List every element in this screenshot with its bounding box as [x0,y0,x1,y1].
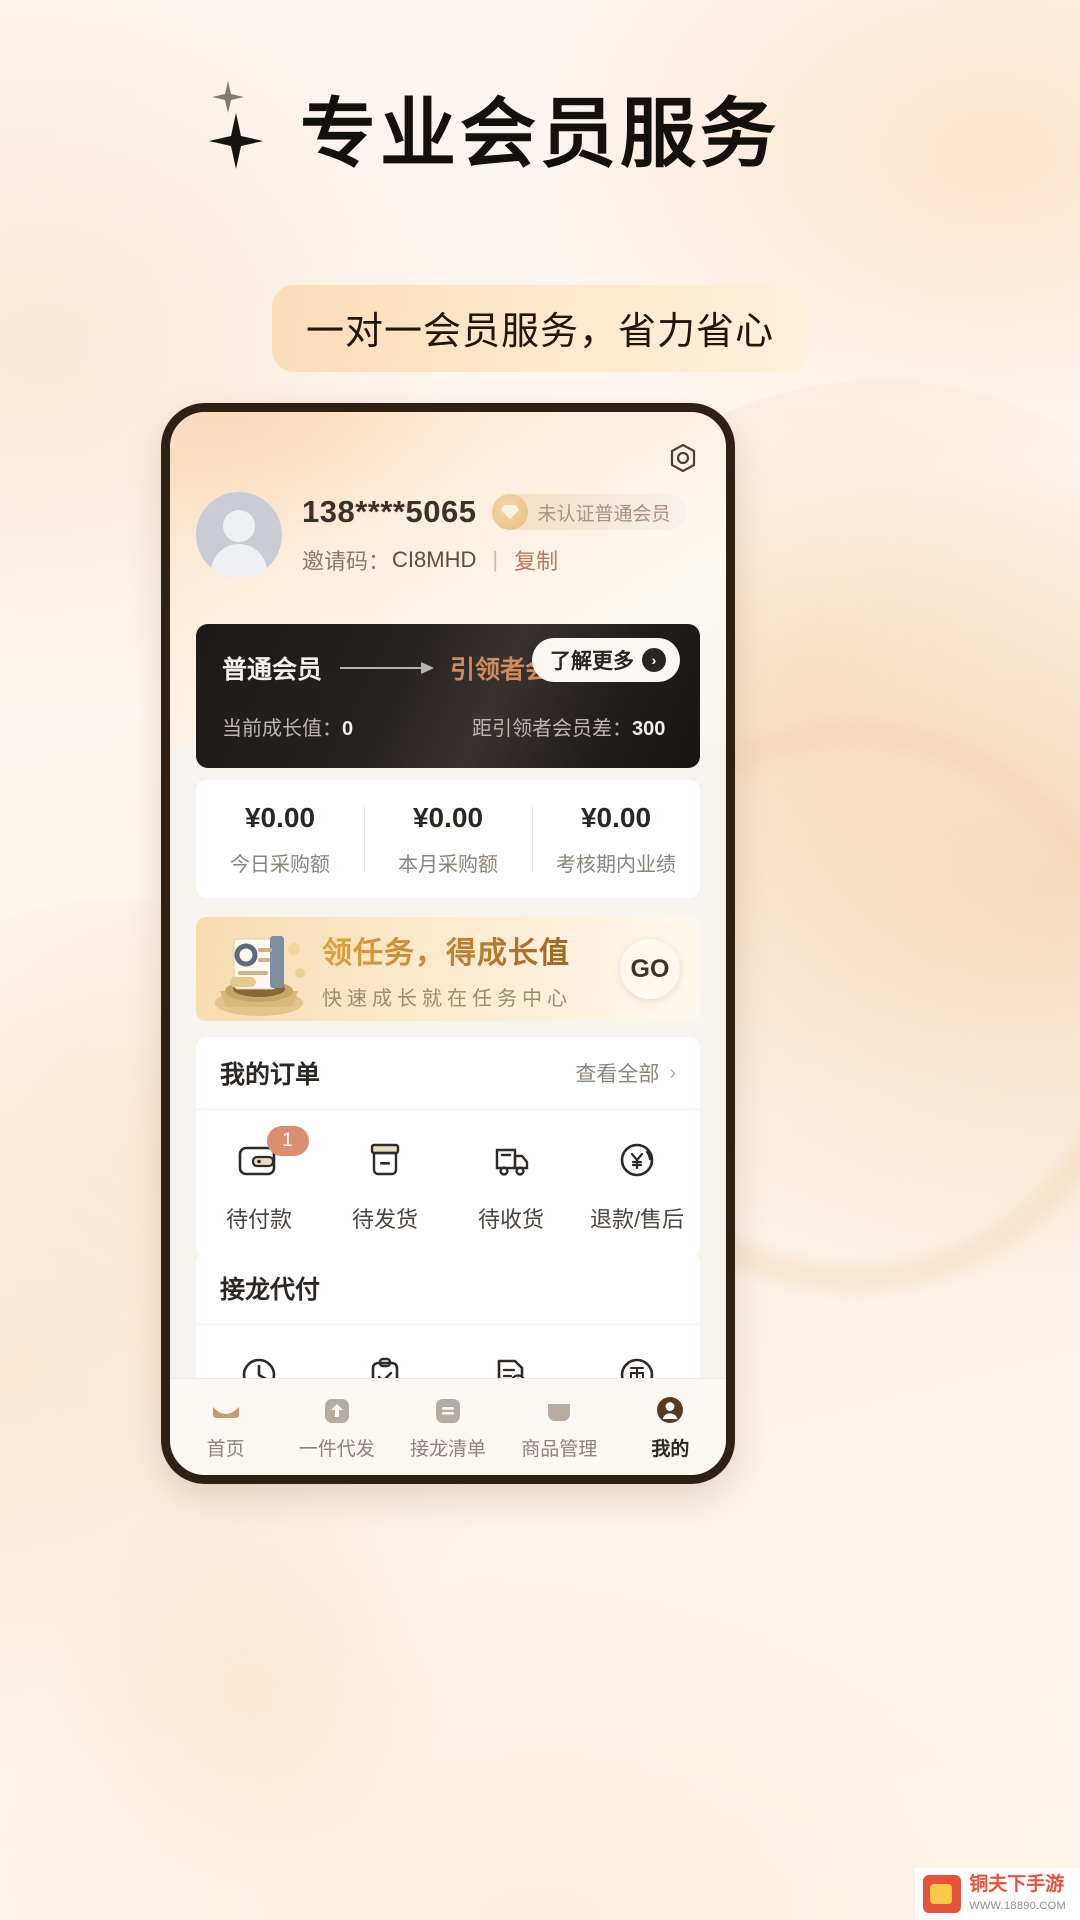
order-item-label: 待付款 [225,1207,292,1232]
invite-row: 邀请码： CI8MHD | 复制 [302,544,708,576]
nav-item-label: 我的 [651,1439,690,1460]
background-blob-3 [40,1480,460,1900]
poster-subtitle-wrap: 一对一会员服务，省力省心 [0,285,1080,372]
package-icon [361,1136,409,1184]
orders-section: 我的订单 查看全部 › 1 待付款 待发货 待收货 退款/售后 [196,1037,700,1256]
chevron-right-icon: › [642,648,666,672]
stat-item[interactable]: ¥0.00 本月采购额 [364,780,532,898]
invite-label: 邀请码： [302,549,391,574]
nav-item-label: 商品管理 [521,1439,598,1460]
stat-item[interactable]: ¥0.00 考核期内业绩 [532,780,700,898]
nav-item-relay-list[interactable]: 接龙清单 [392,1379,503,1475]
list-icon [431,1393,465,1427]
copy-button[interactable]: 复制 [514,544,558,576]
task-banner[interactable]: 领任务，得成长值 快速成长就在任务中心 GO [196,917,700,1021]
order-item-pending-shipment[interactable]: 待发货 [322,1136,448,1234]
page-title: 专业会员服务 [300,89,780,178]
orders-view-all-label: 查看全部 [575,1063,660,1086]
stat-value: ¥0.00 [580,801,652,833]
membership-card[interactable]: 普通会员 引领者会员 了解更多 › 当前成长值：0 距引领者会员差：300 [196,624,700,768]
home-icon [209,1393,243,1427]
task-illustration-icon [200,919,318,1019]
refund-icon [613,1136,661,1184]
orders-header: 我的订单 查看全部 › [196,1037,700,1110]
invite-code: CI8MHD [392,547,477,572]
dropship-icon [320,1393,354,1427]
avatar-body [211,544,267,578]
status-badge[interactable]: 未认证普通会员 [492,494,687,530]
nav-item-label: 接龙清单 [410,1439,487,1460]
relay-header: 接龙代付 [196,1252,700,1325]
orders-view-all-button[interactable]: 查看全部 › [575,1058,676,1088]
gap-group: 距引领者会员差：300 [472,712,665,741]
order-item-label: 退款/售后 [589,1207,685,1232]
nav-item-label: 首页 [206,1439,245,1460]
learn-more-button[interactable]: 了解更多 › [532,638,680,682]
user-icon [653,1393,687,1427]
poster-headline: 专业会员服务 [0,96,1080,172]
phone-number: 138****5065 [302,494,477,529]
task-go-button[interactable]: GO [620,939,680,999]
nav-item-label: 一件代发 [298,1439,375,1460]
order-item-pending-receipt[interactable]: 待收货 [448,1136,574,1234]
order-item-refund[interactable]: 退款/售后 [574,1136,700,1234]
orders-title: 我的订单 [220,1061,321,1089]
gap-label: 距引领者会员差： [472,718,632,740]
chevron-right-icon: › [669,1061,676,1084]
stat-value: ¥0.00 [412,801,484,833]
stat-item[interactable]: ¥0.00 今日采购额 [196,780,364,898]
nav-item-goods[interactable]: 商品管理 [504,1379,615,1475]
invite-separator: | [492,547,499,572]
bottom-navigation: 首页 一件代发 接龙清单 商品管理 我的 [170,1378,726,1475]
learn-more-label: 了解更多 [550,650,634,673]
stats-card: ¥0.00 今日采购额 ¥0.00 本月采购额 ¥0.00 考核期内业绩 [196,780,700,898]
nav-item-mine[interactable]: 我的 [615,1379,726,1475]
profile-header[interactable]: 138****5065 未认证普通会员 邀请码： CI8MHD | 复制 [196,492,708,578]
membership-progress: 当前成长值：0 距引领者会员差：300 [222,712,674,741]
avatar-head [223,510,255,542]
task-headline: 领任务，得成长值 [322,928,620,972]
stat-label: 本月采购额 [398,853,498,876]
stat-label: 今日采购额 [230,853,330,876]
arrow-right-icon [340,662,435,674]
order-item-label: 待收货 [477,1207,544,1232]
watermark-text: 铜夫下手游 WWW.18890.COM [969,1874,1066,1914]
growth-label: 当前成长值： [222,718,342,740]
phone-mockup: 138****5065 未认证普通会员 邀请码： CI8MHD | 复制 普通会… [161,403,735,1484]
profile-row-primary: 138****5065 未认证普通会员 [302,494,708,530]
gear-icon[interactable] [664,442,702,480]
task-subline: 快速成长就在任务中心 [322,987,572,1010]
stat-value: ¥0.00 [244,801,316,833]
goods-icon [542,1393,576,1427]
status-badge-label: 未认证普通会员 [537,503,671,525]
nav-item-home[interactable]: 首页 [170,1379,281,1475]
relay-title: 接龙代付 [220,1276,321,1304]
gap-value: 300 [632,718,666,740]
truck-icon [487,1136,535,1184]
poster-subtitle: 一对一会员服务，省力省心 [271,285,808,372]
phone-screen: 138****5065 未认证普通会员 邀请码： CI8MHD | 复制 普通会… [170,412,726,1475]
watermark-url: WWW.18890.COM [969,1899,1066,1912]
watermark: 铜夫下手游 WWW.18890.COM [915,1868,1080,1920]
growth-value: 0 [342,718,354,740]
orders-grid: 1 待付款 待发货 待收货 退款/售后 [196,1110,700,1256]
stat-label: 考核期内业绩 [556,853,676,876]
nav-item-dropship[interactable]: 一件代发 [281,1379,392,1475]
task-text: 领任务，得成长值 快速成长就在任务中心 [322,928,620,1011]
diamond-icon [492,494,529,530]
watermark-name: 铜夫下手游 [969,1873,1065,1895]
avatar[interactable] [196,492,282,578]
watermark-logo-icon [923,1875,962,1913]
order-item-pending-payment[interactable]: 1 待付款 [196,1126,322,1234]
order-badge-count: 1 [266,1126,309,1156]
current-level: 普通会员 [222,656,323,684]
growth-group: 当前成长值：0 [222,712,472,741]
order-item-label: 待发货 [351,1207,418,1232]
profile-info: 138****5065 未认证普通会员 邀请码： CI8MHD | 复制 [302,494,708,576]
